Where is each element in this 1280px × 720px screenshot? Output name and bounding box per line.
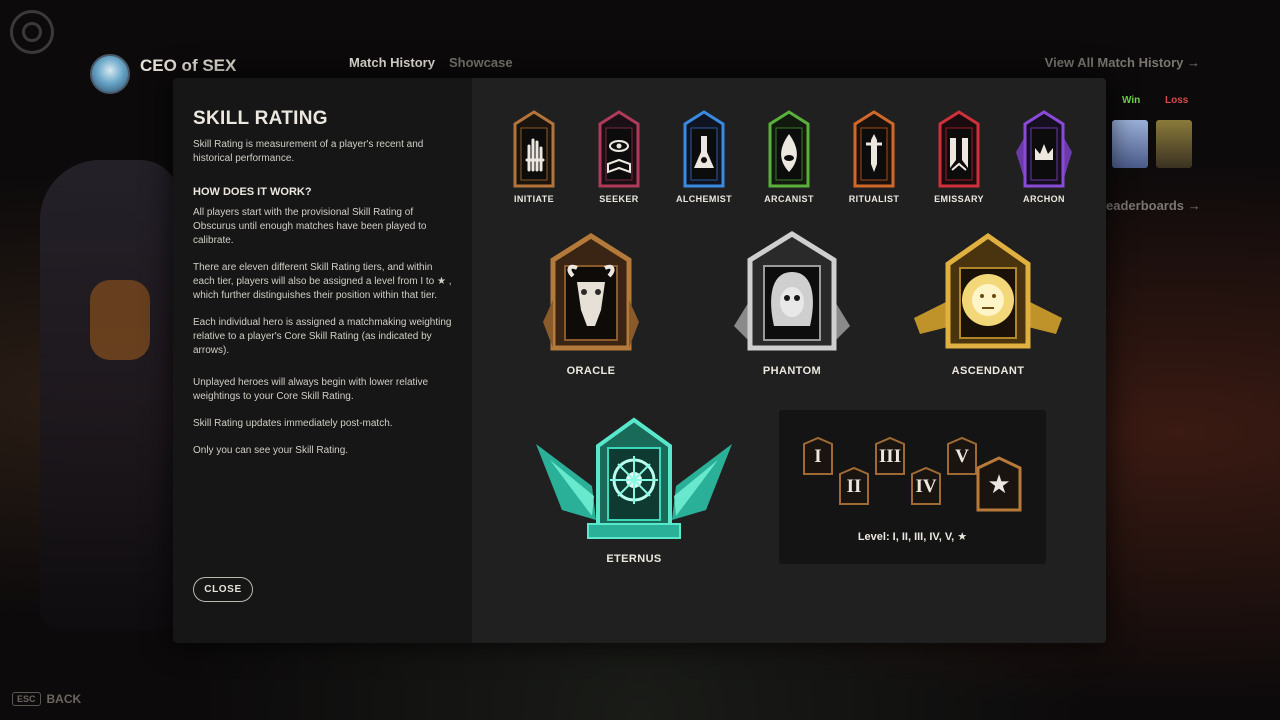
tier-name: ASCENDANT: [951, 365, 1025, 377]
dagger-icon: [853, 110, 895, 188]
tier-name: ALCHEMIST: [675, 194, 733, 204]
tier-badge-ascendant: ASCENDANT: [908, 230, 1068, 377]
goat-icon: [543, 233, 639, 351]
hand-icon: [513, 110, 555, 188]
close-button[interactable]: Close: [193, 577, 253, 602]
tier-badge-eternus: ETERNUS: [530, 416, 738, 565]
tier-badge-alchemist: ALCHEMIST: [664, 108, 744, 204]
arrow-right-icon: →: [1187, 55, 1200, 70]
info-paragraph: All players start with the provisional S…: [193, 207, 427, 246]
crystal-icon: [536, 417, 732, 539]
tier-badge-emissary: EMISSARY: [919, 108, 999, 204]
level-numeral: V: [955, 446, 969, 467]
level-numeral: III: [878, 446, 902, 467]
crown-icon: [1016, 110, 1072, 188]
tier-name: ETERNUS: [606, 553, 662, 565]
level-numeral: II: [846, 476, 862, 497]
tier-showcase-panel: INITIATE SEEKER ALCHEMIST ARCANIST RITUA…: [472, 78, 1106, 643]
tab-match-history[interactable]: Match History: [349, 55, 435, 70]
tier-name: EMISSARY: [934, 194, 984, 204]
tab-showcase[interactable]: Showcase: [449, 55, 513, 70]
level-badge-star: ★: [976, 456, 1022, 512]
info-paragraph: Only you can see your Skill Rating.: [193, 445, 349, 456]
level-badge-1: I: [802, 436, 834, 476]
match-result-win: Win: [1122, 95, 1141, 106]
back-label: BACK: [46, 692, 82, 706]
flask-icon: [683, 110, 725, 188]
level-numeral: IV: [915, 476, 937, 497]
tier-levels-box: I II III IV V ★ Level: I, II, III, IV, V…: [779, 410, 1046, 564]
settings-gear-icon[interactable]: [10, 10, 54, 54]
fire-eye-icon: [768, 110, 810, 188]
how-it-works-heading: HOW DOES IT WORK?: [193, 186, 312, 198]
star-icon: ★: [987, 470, 1011, 500]
view-all-match-history-link[interactable]: View All Match History →: [1045, 55, 1200, 70]
player-name: CEO of SEX: [140, 56, 237, 75]
back-button[interactable]: ESC BACK: [12, 692, 81, 706]
star-icon: ★: [957, 531, 968, 543]
view-all-label: View All Match History: [1044, 55, 1184, 70]
tier-badge-seeker: SEEKER: [579, 108, 659, 204]
skill-rating-info-panel: SKILL RATING Skill Rating is measurement…: [173, 78, 472, 643]
tier-badge-arcanist: ARCANIST: [749, 108, 829, 204]
tier-badge-ritualist: RITUALIST: [834, 108, 914, 204]
esc-key-hint: ESC: [12, 692, 41, 706]
skill-rating-modal: SKILL RATING Skill Rating is measurement…: [173, 78, 1106, 643]
arrow-right-icon: →: [1187, 198, 1201, 213]
level-badge-2: II: [838, 466, 870, 506]
match-hero-thumbnail[interactable]: [1112, 120, 1148, 168]
modal-title: SKILL RATING: [193, 108, 328, 129]
info-paragraph: There are eleven different Skill Rating …: [193, 262, 452, 301]
tier-badge-initiate: INITIATE: [494, 108, 574, 204]
match-result-loss: Loss: [1165, 95, 1189, 106]
skull-icon: [734, 231, 850, 351]
tier-name: ARCHON: [1023, 194, 1065, 204]
tier-name: RITUALIST: [848, 194, 900, 204]
tier-badge-oracle: ORACLE: [534, 230, 648, 377]
tier-badge-phantom: PHANTOM: [730, 230, 854, 377]
eye-book-icon: [598, 110, 640, 188]
info-paragraph: Unplayed heroes will always begin with l…: [193, 377, 429, 402]
info-paragraph: Each individual hero is assigned a match…: [193, 317, 452, 356]
tier-name: ORACLE: [566, 365, 616, 377]
profile-tabs: Match History Showcase: [349, 55, 513, 70]
leaderboards-label: eaderboards: [1106, 198, 1185, 213]
tier-name: INITIATE: [513, 194, 555, 204]
level-badge-4: IV: [910, 466, 942, 506]
player-avatar[interactable]: [90, 54, 130, 94]
leaderboards-link[interactable]: eaderboards →: [1106, 198, 1201, 213]
level-badge-5: V: [946, 436, 978, 476]
tier-badge-archon: ARCHON: [1004, 108, 1084, 204]
intro-text: Skill Rating is measurement of a player'…: [193, 139, 424, 164]
hands-icon: [938, 110, 980, 188]
sun-face-icon: [914, 232, 1062, 349]
level-numeral: I: [814, 446, 822, 467]
level-badge-3: III: [874, 436, 906, 476]
info-paragraph: Skill Rating updates immediately post-ma…: [193, 418, 393, 429]
levels-caption-text: Level: I, II, III, IV, V,: [857, 531, 955, 543]
tier-name: ARCANIST: [764, 194, 814, 204]
match-hero-thumbnail[interactable]: [1156, 120, 1192, 168]
tier-name: PHANTOM: [762, 365, 822, 377]
tier-name: SEEKER: [599, 194, 639, 204]
levels-caption: Level: I, II, III, IV, V, ★: [779, 530, 1046, 543]
hero-character-art: [40, 160, 180, 630]
